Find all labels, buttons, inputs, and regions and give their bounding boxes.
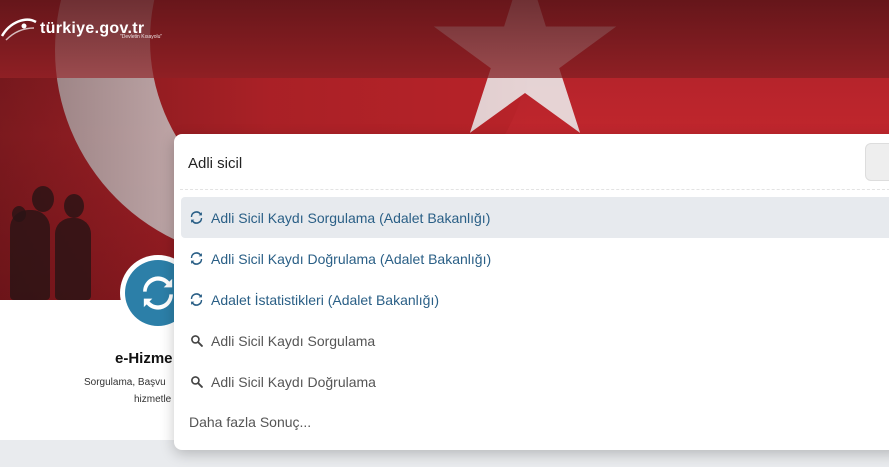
search-result-item[interactable]: Adalet İstatistikleri (Adalet Bakanlığı) — [181, 279, 889, 320]
logo-tagline: "Devletin Kısayolu" — [120, 34, 163, 40]
service-card-description-2: hizmetle — [134, 394, 172, 405]
service-card-title: e-Hizme — [115, 350, 173, 367]
search-result-label: Adli Sicil Kaydı Doğrulama — [211, 373, 376, 390]
search-result-item[interactable]: Adli Sicil Kaydı Doğrulama (Adalet Bakan… — [181, 238, 889, 279]
people-silhouette — [0, 180, 120, 300]
refresh-icon — [189, 252, 203, 266]
logo-swoosh-icon — [0, 14, 38, 44]
refresh-icon — [189, 211, 203, 225]
search-result-label: Adli Sicil Kaydı Sorgulama (Adalet Bakan… — [211, 209, 491, 226]
divider — [180, 189, 889, 190]
search-result-label: Adalet İstatistikleri (Adalet Bakanlığı) — [211, 291, 439, 308]
refresh-icon — [189, 293, 203, 307]
search-input[interactable] — [188, 152, 828, 174]
more-results-link[interactable]: Daha fazla Sonuç... — [181, 402, 311, 443]
search-result-label: Adli Sicil Kaydı Sorgulama — [211, 332, 376, 349]
search-result-item[interactable]: Adli Sicil Kaydı Doğrulama — [181, 361, 889, 402]
search-icon — [189, 375, 203, 389]
search-icon — [189, 334, 203, 348]
search-result-item[interactable]: Adli Sicil Kaydı Sorgulama (Adalet Bakan… — [181, 197, 889, 238]
search-autocomplete-panel: Adli Sicil Kaydı Sorgulama (Adalet Bakan… — [174, 134, 889, 450]
search-button[interactable] — [865, 143, 889, 181]
search-result-label: Adli Sicil Kaydı Doğrulama (Adalet Bakan… — [211, 250, 492, 267]
search-results-list: Adli Sicil Kaydı Sorgulama (Adalet Bakan… — [181, 197, 889, 402]
service-card-description: Sorgulama, Başvu — [84, 377, 166, 388]
search-result-item[interactable]: Adli Sicil Kaydı Sorgulama — [181, 320, 889, 361]
